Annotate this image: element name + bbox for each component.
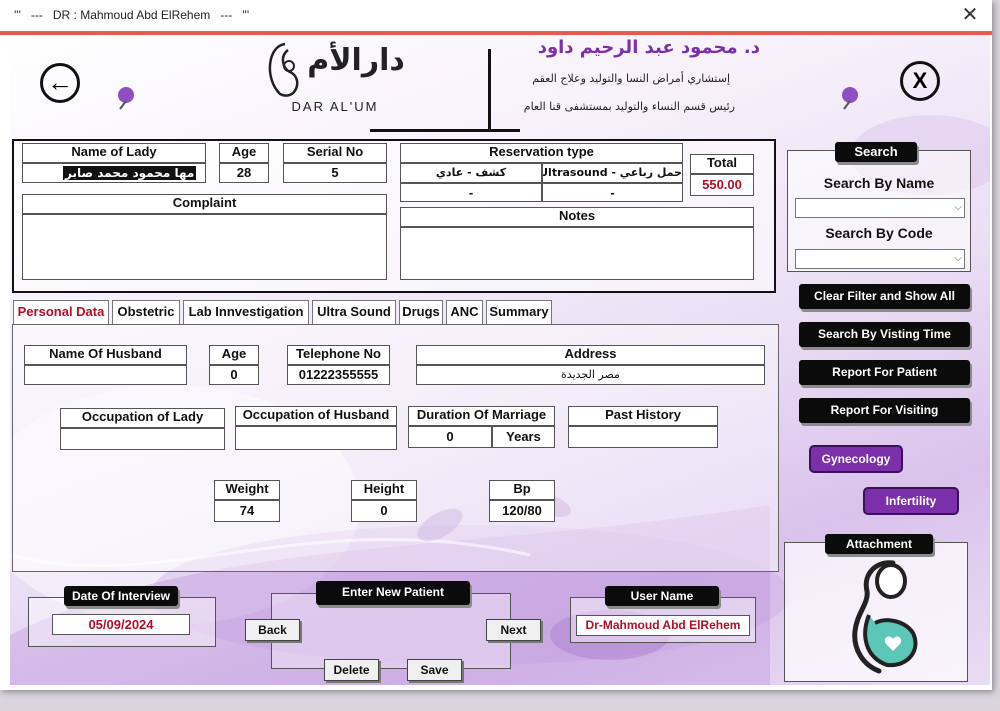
back-arrow-icon[interactable]: ←	[40, 63, 80, 103]
notes-field[interactable]	[400, 227, 754, 280]
save-button[interactable]: Save	[407, 659, 462, 681]
user-name-value: Dr-Mahmoud Abd ElRehem	[576, 615, 750, 636]
total-label: Total	[690, 154, 754, 174]
next-button[interactable]: Next	[486, 619, 541, 641]
date-interview-label: Date Of Interview	[64, 586, 178, 606]
weight-label: Weight	[214, 480, 280, 500]
occupation-lady-label: Occupation of Lady	[60, 408, 225, 428]
date-interview-value[interactable]: 05/09/2024	[52, 614, 190, 635]
report-patient-button[interactable]: Report For Patient	[799, 360, 970, 385]
address-field[interactable]: مصر الجديدة	[416, 365, 765, 385]
tab-summary[interactable]: Summary	[486, 300, 552, 324]
duration-unit: Years	[492, 426, 555, 448]
reservation-cell-1[interactable]: كشف - عادي	[400, 163, 542, 183]
search-by-name-select[interactable]: ⌵	[795, 198, 965, 218]
telephone-field[interactable]: 01222355555	[287, 365, 390, 385]
occupation-lady-field[interactable]	[60, 428, 225, 450]
tab-obstetric[interactable]: Obstetric	[112, 300, 180, 324]
logo-arabic-text: دارالأم	[307, 43, 405, 78]
clear-filter-button[interactable]: Clear Filter and Show All	[799, 284, 970, 309]
window-title: ''' --- DR : Mahmoud Abd ElRehem --- '''	[14, 8, 250, 22]
tab-drugs[interactable]: Drugs	[399, 300, 443, 324]
delete-button[interactable]: Delete	[324, 659, 379, 681]
total-value: 550.00	[690, 174, 754, 196]
main-form: ← دارالأم DAR AL'UM د. محمود عبد الرحيم …	[10, 35, 990, 685]
husband-name-label: Name Of Husband	[24, 345, 187, 365]
chevron-down-icon: ⌵	[954, 202, 962, 213]
search-title: Search	[835, 142, 917, 162]
user-name-label: User Name	[605, 586, 719, 606]
husband-age-label: Age	[209, 345, 259, 365]
search-by-code-label: Search By Code	[825, 225, 933, 241]
serial-label: Serial No	[283, 143, 387, 163]
search-by-time-button[interactable]: Search By Visting Time	[799, 322, 970, 347]
lady-name-label: Name of Lady	[22, 143, 206, 163]
doctor-title-line2: رئيس قسم النساء والتوليد بمستشفى قنا الع…	[523, 100, 735, 113]
reservation-cell-2[interactable]: -	[400, 183, 542, 202]
pregnant-woman-icon[interactable]	[835, 557, 935, 677]
height-label: Height	[351, 480, 417, 500]
serial-field[interactable]: 5	[283, 163, 387, 183]
height-field[interactable]: 0	[351, 500, 417, 522]
bp-label: Bp	[489, 480, 555, 500]
tab-anc[interactable]: ANC	[446, 300, 483, 324]
husband-age-field[interactable]: 0	[209, 365, 259, 385]
exit-icon[interactable]: X	[900, 61, 940, 101]
logo-emblem-icon	[268, 42, 299, 97]
husband-name-field[interactable]	[24, 365, 187, 385]
past-history-field[interactable]	[568, 426, 718, 448]
tab-ultra-sound[interactable]: Ultra Sound	[312, 300, 396, 324]
tab-personal-data[interactable]: Personal Data	[13, 300, 109, 324]
chevron-down-icon: ⌵	[954, 253, 962, 264]
logo-underline	[370, 129, 520, 132]
search-by-name-label: Search By Name	[823, 175, 935, 191]
enter-new-patient-button[interactable]: Enter New Patient	[316, 581, 470, 605]
doctor-title-line1: إستشاري أمراض النسا والتوليد وعلاج العقم	[532, 72, 730, 85]
lady-name-value: مها محمود محمد صابر	[63, 166, 197, 180]
app-window: ''' --- DR : Mahmoud Abd ElRehem --- '''…	[0, 0, 992, 690]
window-close-icon[interactable]: ✕	[955, 2, 985, 28]
report-visiting-button[interactable]: Report For Visiting	[799, 398, 970, 423]
gynecology-button[interactable]: Gynecology	[809, 445, 903, 473]
doctor-name-ar: د. محمود عبد الرحيم داود	[537, 37, 760, 58]
address-label: Address	[416, 345, 765, 365]
pushpin-icon	[118, 87, 134, 110]
search-by-code-select[interactable]: ⌵	[795, 249, 965, 269]
logo-latin-text: DAR AL'UM	[291, 99, 379, 114]
duration-marriage-label: Duration Of Marriage	[408, 406, 555, 426]
occupation-husband-label: Occupation of Husband	[235, 406, 397, 426]
occupation-husband-field[interactable]	[235, 426, 397, 450]
past-history-label: Past History	[568, 406, 718, 426]
title-bar: ''' --- DR : Mahmoud Abd ElRehem --- '''…	[0, 0, 992, 32]
tab-lab-investigation[interactable]: Lab Innvestigation	[183, 300, 309, 324]
bp-field[interactable]: 120/80	[489, 500, 555, 522]
pushpin-icon	[842, 87, 858, 110]
reservation-cell-3[interactable]: -	[542, 183, 683, 202]
attachment-title: Attachment	[825, 534, 933, 554]
age-field[interactable]: 28	[219, 163, 269, 183]
telephone-label: Telephone No	[287, 345, 390, 365]
back-button[interactable]: Back	[245, 619, 300, 641]
complaint-field[interactable]	[22, 214, 387, 280]
complaint-label: Complaint	[22, 194, 387, 214]
age-label: Age	[219, 143, 269, 163]
reservation-type-label: Reservation type	[400, 143, 683, 163]
weight-field[interactable]: 74	[214, 500, 280, 522]
duration-marriage-field[interactable]: 0	[408, 426, 492, 448]
infertility-button[interactable]: Infertility	[863, 487, 959, 515]
lady-name-field[interactable]: مها محمود محمد صابر	[22, 163, 206, 183]
notes-label: Notes	[400, 207, 754, 227]
reservation-cell-0[interactable]: حمل رباعي - Ultrasound	[542, 163, 683, 183]
